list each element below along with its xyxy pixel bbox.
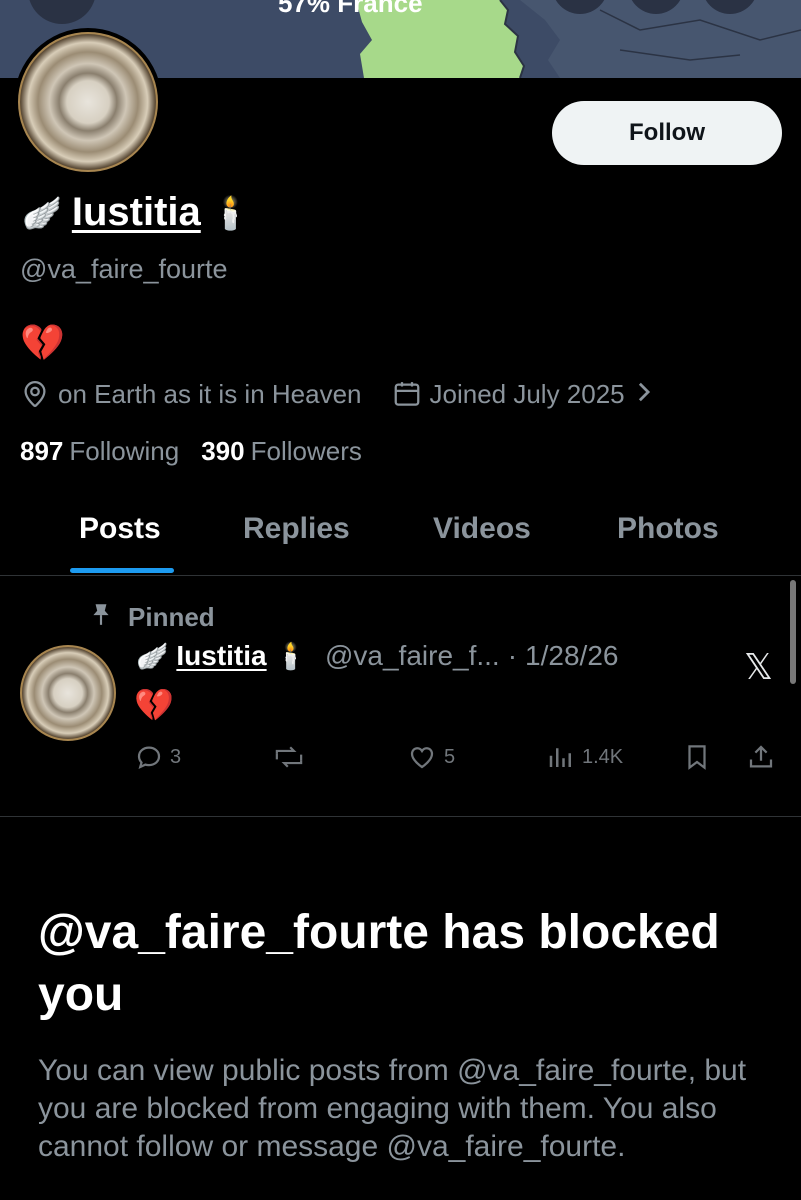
post-author-handle[interactable]: @va_faire_f... xyxy=(325,640,500,672)
profile-location: on Earth as it is in Heaven xyxy=(58,378,362,409)
profile-avatar[interactable] xyxy=(14,28,162,176)
profile-bio: 💔 xyxy=(20,322,65,363)
post-text: 💔 xyxy=(134,687,174,723)
profile-handle: @va_faire_fourte xyxy=(20,254,228,284)
pinned-text: Pinned xyxy=(128,602,215,632)
chevron-right-icon[interactable] xyxy=(635,379,653,410)
display-name: 🪽 Iustitia 🕯️ xyxy=(22,190,251,235)
like-button[interactable]: 5 xyxy=(406,742,455,772)
followers-link[interactable]: 390 Followers xyxy=(201,436,362,467)
candle-emoji: 🕯️ xyxy=(274,641,307,671)
blocked-title: @va_faire_fourte has blocked you xyxy=(38,906,720,1021)
repost-icon xyxy=(272,742,306,772)
bookmark-icon xyxy=(682,742,712,772)
reply-count: 3 xyxy=(170,745,182,768)
tab-photos[interactable]: Photos xyxy=(617,512,719,546)
profile-tabs: Posts Replies Videos Photos xyxy=(0,492,801,576)
follow-button[interactable]: Follow xyxy=(552,101,782,165)
post-author-name[interactable]: Iustitia xyxy=(176,640,266,672)
views-icon xyxy=(546,742,576,772)
views-button[interactable]: 1.4K xyxy=(546,742,623,772)
pinned-label: Pinned xyxy=(88,600,215,635)
tab-videos[interactable]: Videos xyxy=(433,512,531,546)
tab-posts[interactable]: Posts xyxy=(79,512,161,546)
avatar-image xyxy=(18,32,158,172)
banner-map-label: 57% France xyxy=(278,0,423,18)
like-count: 5 xyxy=(444,745,456,768)
followers-label: Followers xyxy=(250,436,362,466)
share-icon xyxy=(746,742,776,772)
repost-button[interactable] xyxy=(272,742,306,772)
view-count: 1.4K xyxy=(582,745,624,768)
scrollbar[interactable] xyxy=(790,580,796,684)
blocked-description: You can view public posts from @va_faire… xyxy=(38,1054,747,1163)
active-tab-indicator xyxy=(70,568,174,573)
reply-button[interactable]: 3 xyxy=(134,742,181,772)
pin-icon xyxy=(88,600,114,635)
following-label: Following xyxy=(69,436,180,466)
followers-count: 390 xyxy=(201,436,245,466)
post-date[interactable]: 1/28/26 xyxy=(525,640,618,672)
following-link[interactable]: 897 Following xyxy=(20,436,179,467)
calendar-icon xyxy=(392,379,422,409)
section-divider xyxy=(0,816,801,817)
post-header: 🪽 Iustitia 🕯️ @va_faire_f... · 1/28/26 xyxy=(136,640,618,672)
tab-replies[interactable]: Replies xyxy=(243,512,350,546)
heart-icon xyxy=(406,742,438,772)
x-logo-icon[interactable]: 𝕏 xyxy=(744,646,773,688)
following-count: 897 xyxy=(20,436,64,466)
bookmark-button[interactable] xyxy=(682,742,712,772)
wing-emoji: 🪽 xyxy=(22,194,62,231)
display-name-text: Iustitia xyxy=(71,190,201,234)
post-actions: 3 5 1.4K xyxy=(134,742,784,782)
candle-emoji: 🕯️ xyxy=(210,194,251,231)
reply-icon xyxy=(134,742,164,772)
profile-meta: on Earth as it is in Heaven Joined July … xyxy=(20,376,653,412)
wing-emoji: 🪽 xyxy=(136,641,169,671)
post-meta-separator: · xyxy=(507,640,518,671)
post-author-avatar[interactable] xyxy=(20,645,116,741)
share-button[interactable] xyxy=(746,742,776,772)
location-icon xyxy=(20,379,50,409)
follow-stats: 897 Following 390 Followers xyxy=(20,436,362,467)
profile-joined-date: Joined July 2025 xyxy=(429,378,625,409)
